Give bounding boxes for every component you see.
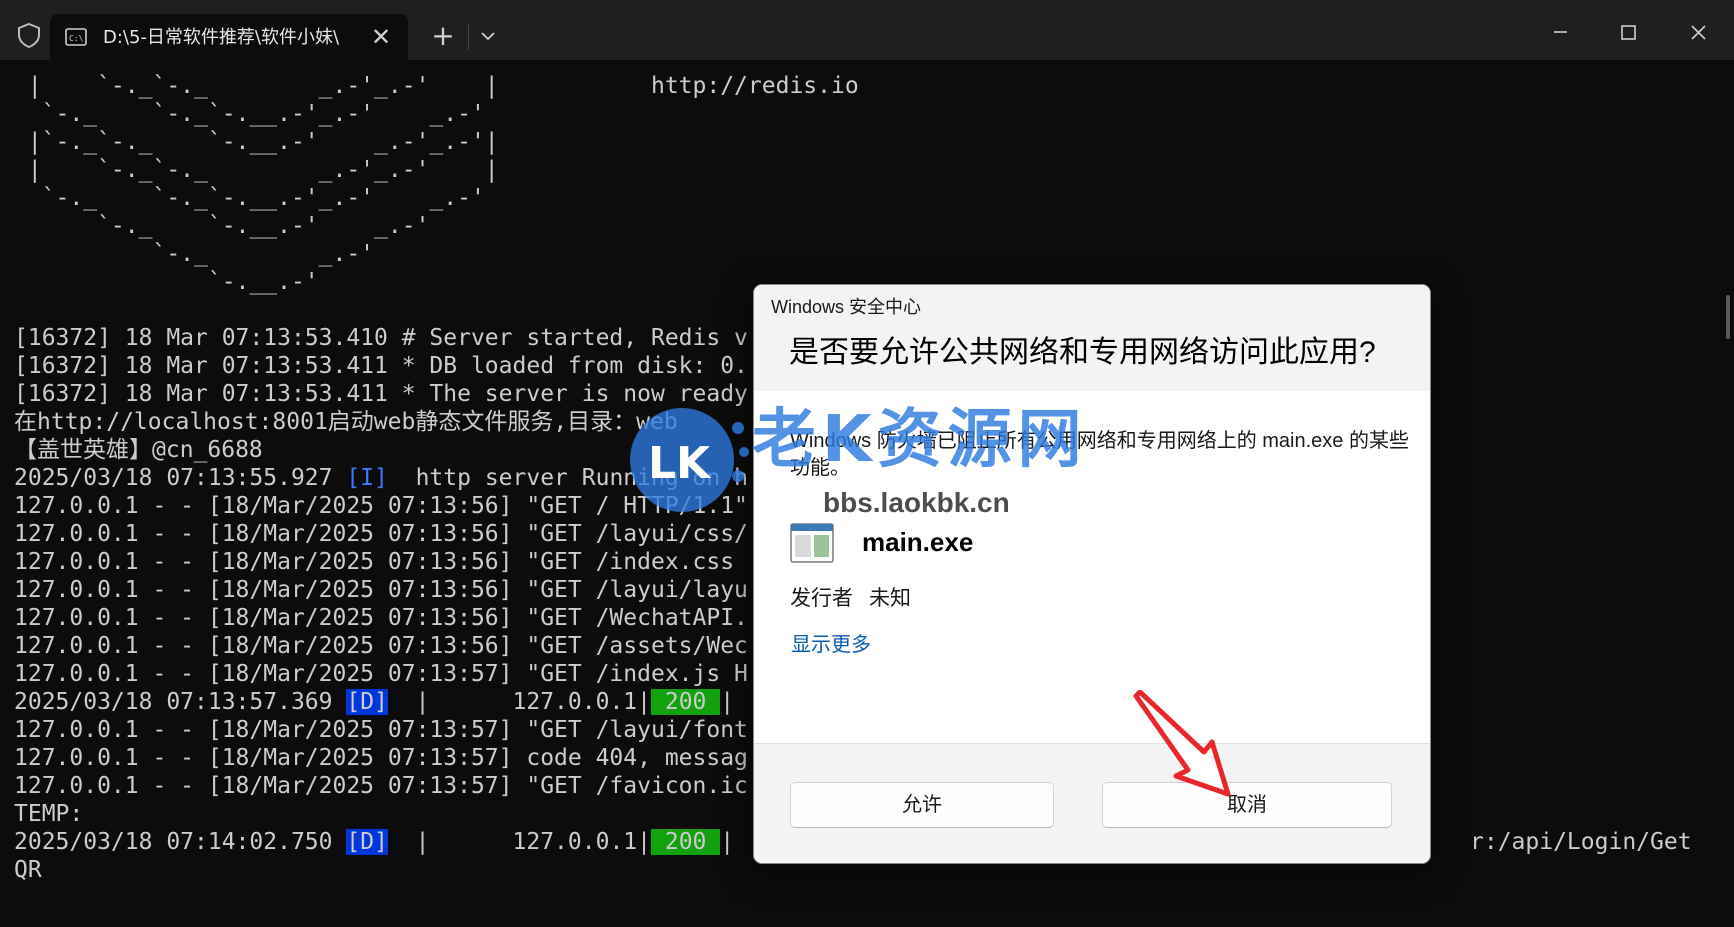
status-code-badge: 200	[651, 829, 721, 855]
title-bar: C:\ D:\5-日常软件推荐\软件小妹\ ✕ +	[0, 0, 1734, 60]
terminal-line: `-._ _.-'	[14, 241, 375, 267]
chevron-down-icon[interactable]	[476, 26, 500, 46]
tab-divider	[468, 24, 469, 50]
terminal-line: [16372] 18 Mar 07:13:53.411 * The server…	[14, 381, 748, 407]
log-level-tag: [I]	[346, 465, 388, 491]
app-name: main.exe	[862, 527, 974, 557]
terminal-line: 【盖世英雄】@cn_6688	[14, 437, 263, 463]
tab-title: D:\5-日常软件推荐\软件小妹\	[103, 27, 340, 48]
terminal-line: `-.__.-'	[14, 269, 319, 295]
dialog-app-title: Windows 安全中心	[771, 297, 922, 317]
status-code-badge: 200	[651, 689, 721, 715]
terminal-line-tail: r:/api/Login/Get	[1470, 829, 1692, 855]
watermark-site: bbs.laokbk.cn	[823, 487, 1010, 518]
dialog-header: Windows 安全中心 是否要允许公共网络和专用网络访问此应用?	[754, 285, 1430, 391]
publisher-label: 发行者	[790, 587, 853, 610]
terminal-line: 127.0.0.1 - - [18/Mar/2025 07:13:57] cod…	[14, 745, 748, 771]
tab-close-icon[interactable]: ✕	[368, 24, 394, 50]
cmd-icon: C:\	[65, 28, 87, 46]
terminal-line: [16372] 18 Mar 07:13:53.411 * DB loaded …	[14, 353, 748, 379]
exe-file-icon	[790, 523, 834, 563]
terminal-line: `-._ `-._`-.__.-'_.-' _.-'	[14, 101, 485, 127]
terminal-line-log-debug: 2025/03/18 07:13:57.369 [D] | 127.0.0.1|…	[14, 689, 735, 715]
terminal-line: 127.0.0.1 - - [18/Mar/2025 07:13:56] "GE…	[14, 633, 748, 659]
terminal-line: QR	[14, 857, 42, 883]
terminal-line-log-debug: 2025/03/18 07:14:02.750 [D] | 127.0.0.1|…	[14, 829, 735, 855]
terminal-line: 在http://localhost:8001启动web静态文件服务,目录：web	[14, 409, 678, 435]
watermark-text: 老K资源网	[752, 403, 1088, 477]
shield-icon	[18, 22, 40, 48]
dialog-title: 是否要允许公共网络和专用网络访问此应用?	[789, 336, 1376, 369]
terminal-tab[interactable]: C:\ D:\5-日常软件推荐\软件小妹\ ✕	[50, 14, 408, 60]
terminal-line: | `-._`-._ _.-'_.-' |	[14, 157, 499, 183]
terminal-line: 127.0.0.1 - - [18/Mar/2025 07:13:57] "GE…	[14, 773, 748, 799]
publisher-value: 未知	[869, 587, 911, 610]
terminal-line: 127.0.0.1 - - [18/Mar/2025 07:13:56] "GE…	[14, 605, 748, 631]
terminal-line: 127.0.0.1 - - [18/Mar/2025 07:13:56] "GE…	[14, 521, 748, 547]
terminal-line: 127.0.0.1 - - [18/Mar/2025 07:13:56] "GE…	[14, 493, 748, 519]
allow-button[interactable]: 允许	[790, 782, 1054, 828]
svg-text:C:\: C:\	[69, 34, 84, 43]
maximize-icon[interactable]	[1614, 18, 1642, 46]
terminal-line-log-info: 2025/03/18 07:13:55.927 [I] http server …	[14, 465, 748, 491]
log-level-tag: [D]	[346, 829, 388, 855]
terminal-line: 127.0.0.1 - - [18/Mar/2025 07:13:57] "GE…	[14, 661, 748, 687]
terminal-line: | `-._`-._ _.-'_.-' | http://redis.io	[14, 73, 859, 99]
terminal-scrollbar[interactable]	[1726, 295, 1730, 339]
terminal-line: 127.0.0.1 - - [18/Mar/2025 07:13:57] "GE…	[14, 717, 748, 743]
minimize-icon[interactable]	[1546, 18, 1574, 46]
terminal-line: 127.0.0.1 - - [18/Mar/2025 07:13:56] "GE…	[14, 549, 748, 575]
publisher-row: 发行者 未知	[790, 585, 911, 613]
log-level-tag: [D]	[346, 689, 388, 715]
new-tab-button[interactable]: +	[428, 22, 458, 50]
close-icon[interactable]	[1684, 18, 1712, 46]
terminal-line: 127.0.0.1 - - [18/Mar/2025 07:13:56] "GE…	[14, 577, 748, 603]
terminal-line: TEMP:	[14, 801, 84, 827]
red-arrow-icon	[1133, 690, 1231, 797]
terminal-line: |`-._`-._ `-.__.-' _.-'_.-'|	[14, 129, 499, 155]
terminal-line: [16372] 18 Mar 07:13:53.410 # Server sta…	[14, 325, 748, 351]
terminal-line: `-._ `-.__.-' _.-'	[14, 213, 430, 239]
show-more-link[interactable]: 显示更多	[791, 632, 871, 658]
firewall-dialog: Windows 安全中心 是否要允许公共网络和专用网络访问此应用? Window…	[753, 284, 1431, 864]
terminal-line: `-._ `-._`-.__.-'_.-' _.-'	[14, 185, 485, 211]
